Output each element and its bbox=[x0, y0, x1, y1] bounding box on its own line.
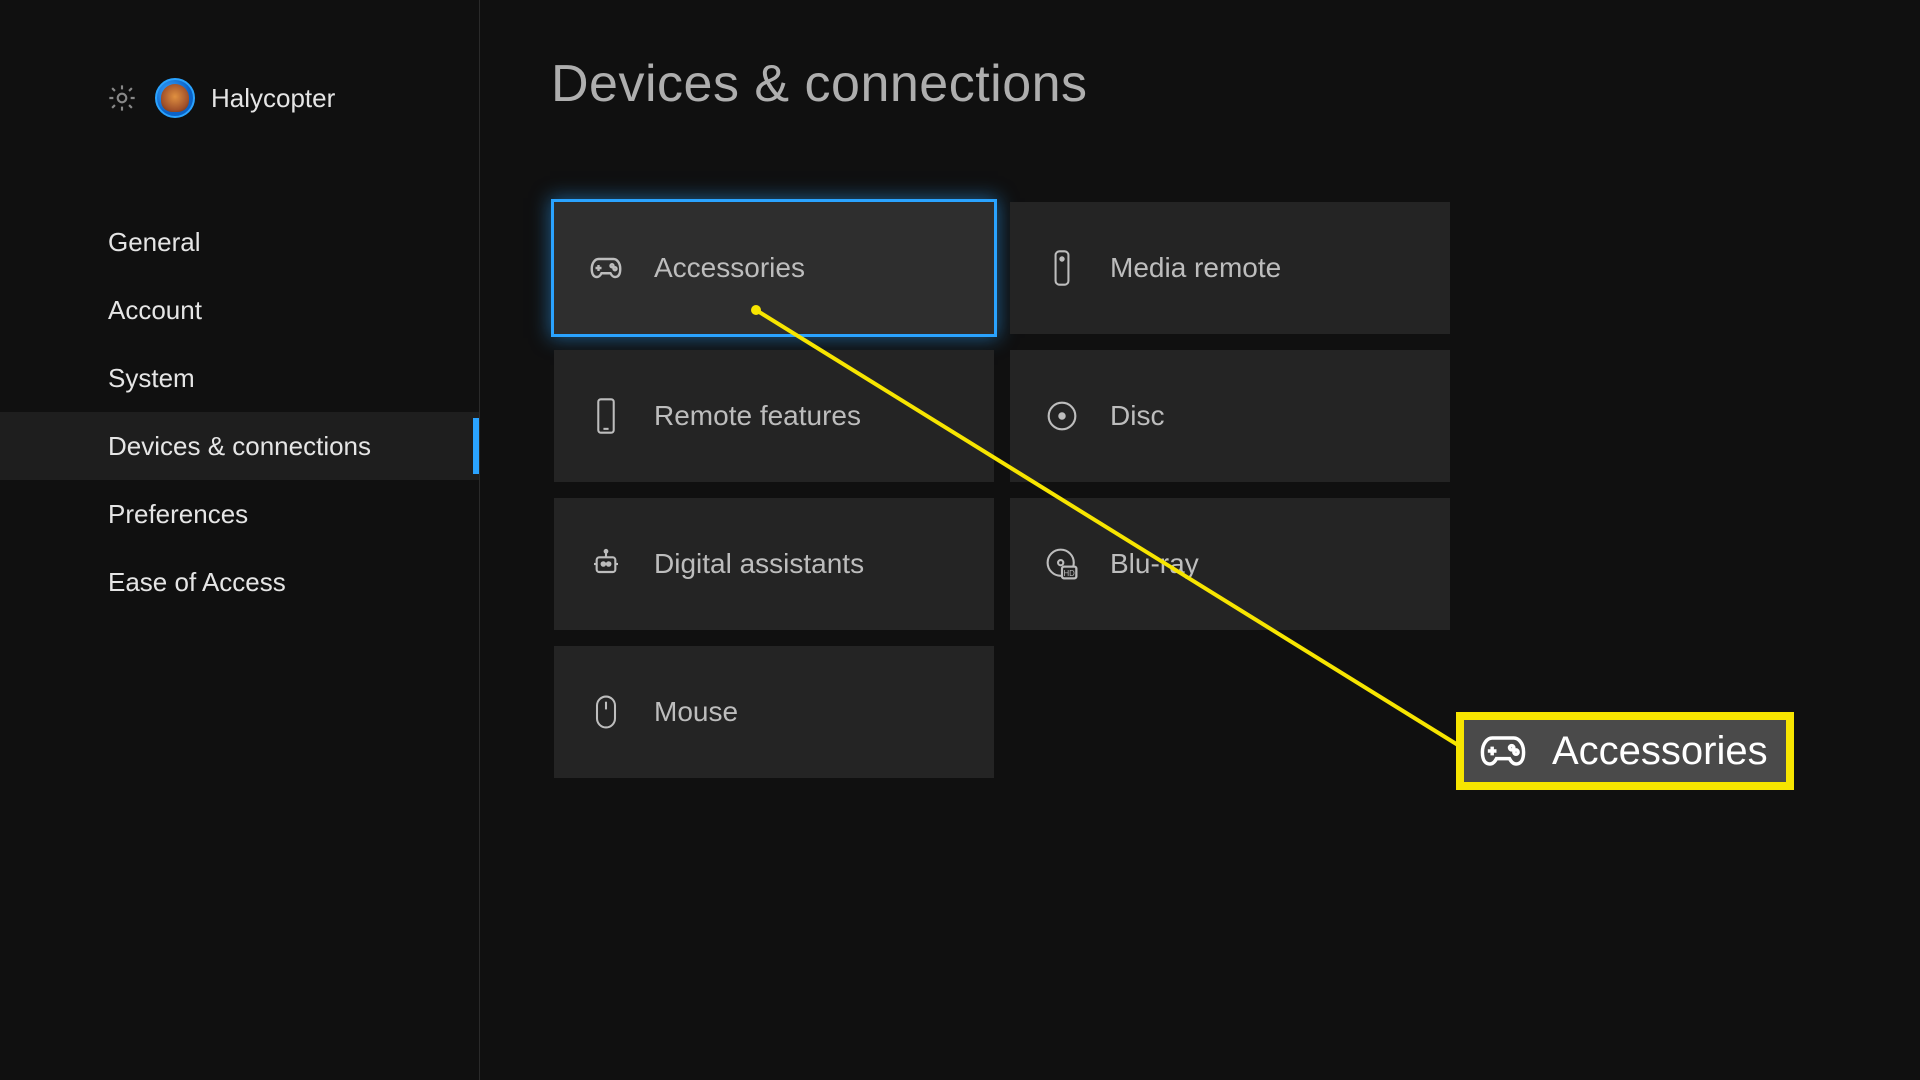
controller-icon bbox=[1476, 724, 1530, 778]
gear-icon bbox=[105, 81, 139, 115]
disc-icon bbox=[1044, 398, 1080, 434]
bluray-icon: HD bbox=[1044, 546, 1080, 582]
profile-name: Halycopter bbox=[211, 83, 335, 114]
tile-mouse[interactable]: Mouse bbox=[554, 646, 994, 778]
tile-digital-assistants[interactable]: Digital assistants bbox=[554, 498, 994, 630]
annotation-callout-label: Accessories bbox=[1552, 729, 1768, 774]
sidebar-nav: General Account System Devices & connect… bbox=[0, 208, 479, 616]
profile-row[interactable]: Halycopter bbox=[105, 78, 335, 118]
annotation-callout-accessories: Accessories bbox=[1456, 712, 1794, 790]
settings-tile-grid: Accessories Media remote Remote features… bbox=[554, 202, 1450, 778]
sidebar-item-account[interactable]: Account bbox=[0, 276, 479, 344]
sidebar-item-label: System bbox=[108, 363, 195, 394]
tile-label: Disc bbox=[1110, 400, 1164, 432]
settings-sidebar: Halycopter General Account System Device… bbox=[0, 0, 480, 1080]
tile-label: Mouse bbox=[654, 696, 738, 728]
tile-media-remote[interactable]: Media remote bbox=[1010, 202, 1450, 334]
mouse-icon bbox=[588, 694, 624, 730]
sidebar-item-label: Preferences bbox=[108, 499, 248, 530]
sidebar-item-general[interactable]: General bbox=[0, 208, 479, 276]
assistant-icon bbox=[588, 546, 624, 582]
remote-icon bbox=[1044, 250, 1080, 286]
tile-label: Digital assistants bbox=[654, 548, 864, 580]
tile-label: Media remote bbox=[1110, 252, 1281, 284]
tile-remote-features[interactable]: Remote features bbox=[554, 350, 994, 482]
sidebar-item-ease-of-access[interactable]: Ease of Access bbox=[0, 548, 479, 616]
sidebar-item-label: Account bbox=[108, 295, 202, 326]
tile-label: Blu-ray bbox=[1110, 548, 1199, 580]
page-title: Devices & connections bbox=[551, 54, 1088, 114]
tile-label: Remote features bbox=[654, 400, 861, 432]
sidebar-item-label: Devices & connections bbox=[108, 431, 371, 462]
tile-accessories[interactable]: Accessories bbox=[554, 202, 994, 334]
avatar bbox=[155, 78, 195, 118]
sidebar-item-label: General bbox=[108, 227, 201, 258]
sidebar-item-label: Ease of Access bbox=[108, 567, 286, 598]
sidebar-item-preferences[interactable]: Preferences bbox=[0, 480, 479, 548]
sidebar-item-system[interactable]: System bbox=[0, 344, 479, 412]
sidebar-item-devices-connections[interactable]: Devices & connections bbox=[0, 412, 479, 480]
tile-disc[interactable]: Disc bbox=[1010, 350, 1450, 482]
tile-bluray[interactable]: HD Blu-ray bbox=[1010, 498, 1450, 630]
svg-text:HD: HD bbox=[1064, 569, 1076, 578]
controller-icon bbox=[588, 250, 624, 286]
tile-label: Accessories bbox=[654, 252, 805, 284]
phone-icon bbox=[588, 398, 624, 434]
